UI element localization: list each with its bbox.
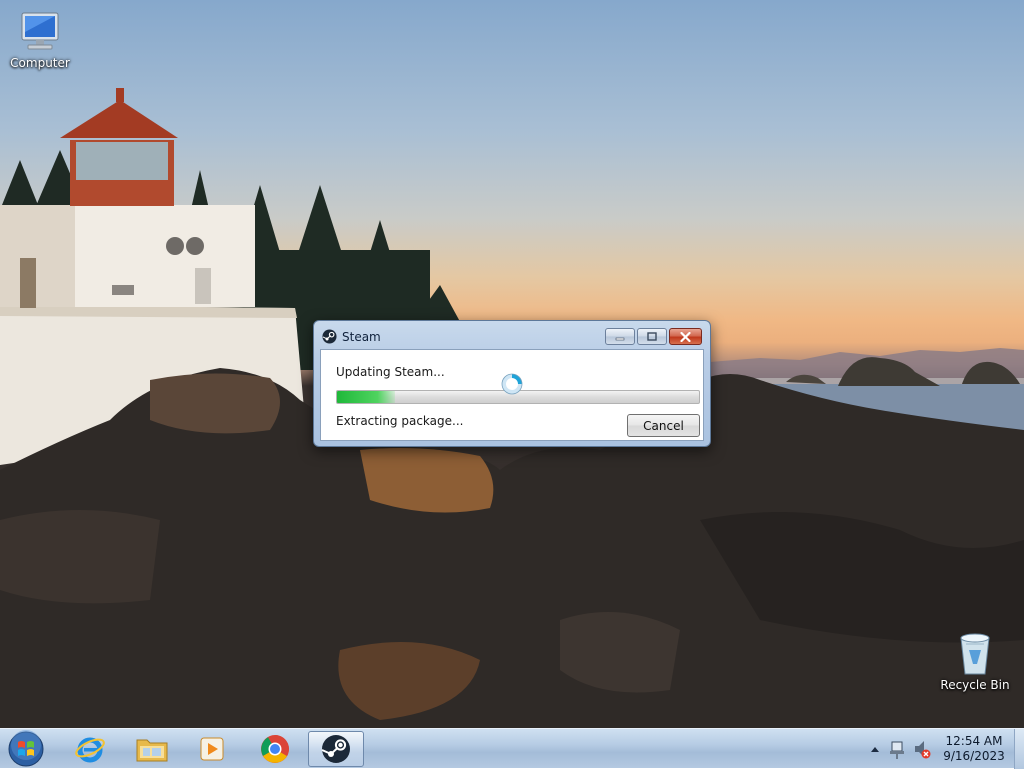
taskbar-item-steam[interactable] bbox=[308, 731, 364, 767]
minimize-button[interactable] bbox=[605, 328, 635, 345]
desktop-icon-label: Computer bbox=[10, 56, 70, 70]
volume-muted-icon[interactable] bbox=[912, 729, 932, 769]
taskbar-item-chrome[interactable] bbox=[247, 731, 303, 767]
taskbar-item-media-player[interactable] bbox=[184, 731, 240, 767]
taskbar: 12:54 AM 9/16/2023 bbox=[0, 728, 1024, 769]
steam-icon bbox=[321, 735, 350, 763]
desktop-icon-label: Recycle Bin bbox=[940, 678, 1010, 692]
progress-fill bbox=[337, 391, 395, 403]
desktop-icon-computer[interactable]: Computer bbox=[2, 10, 78, 70]
taskbar-clock[interactable]: 12:54 AM 9/16/2023 bbox=[934, 734, 1014, 764]
taskbar-item-internet-explorer[interactable] bbox=[62, 731, 118, 767]
windows-start-orb-icon bbox=[8, 730, 44, 767]
dialog-title: Steam bbox=[342, 330, 381, 344]
chrome-icon bbox=[261, 735, 289, 763]
update-detail-text: Extracting package... bbox=[336, 414, 464, 428]
close-icon bbox=[680, 331, 691, 342]
clock-date: 9/16/2023 bbox=[943, 749, 1005, 763]
clock-time: 12:54 AM bbox=[945, 734, 1003, 748]
recycle-bin-icon bbox=[960, 633, 990, 675]
show-hidden-icons-arrow[interactable] bbox=[868, 729, 882, 769]
dialog-titlebar[interactable]: Steam bbox=[314, 321, 710, 349]
folder-icon bbox=[136, 739, 168, 762]
taskbar-item-file-explorer[interactable] bbox=[124, 731, 180, 767]
busy-cursor-icon bbox=[501, 373, 523, 395]
desktop-icon-recycle-bin[interactable]: Recycle Bin bbox=[937, 630, 1013, 692]
steam-icon bbox=[322, 329, 337, 344]
start-button[interactable] bbox=[6, 730, 46, 768]
maximize-button[interactable] bbox=[637, 328, 667, 345]
show-desktop-button[interactable] bbox=[1014, 729, 1024, 769]
maximize-icon bbox=[647, 332, 657, 341]
network-icon[interactable] bbox=[888, 729, 908, 769]
minimize-icon bbox=[615, 337, 625, 340]
close-button[interactable] bbox=[669, 328, 702, 345]
internet-explorer-icon bbox=[75, 737, 105, 763]
computer-icon bbox=[21, 12, 59, 50]
update-status-text: Updating Steam... bbox=[336, 365, 445, 379]
cancel-button[interactable]: Cancel bbox=[627, 414, 700, 437]
media-player-icon bbox=[200, 737, 224, 761]
